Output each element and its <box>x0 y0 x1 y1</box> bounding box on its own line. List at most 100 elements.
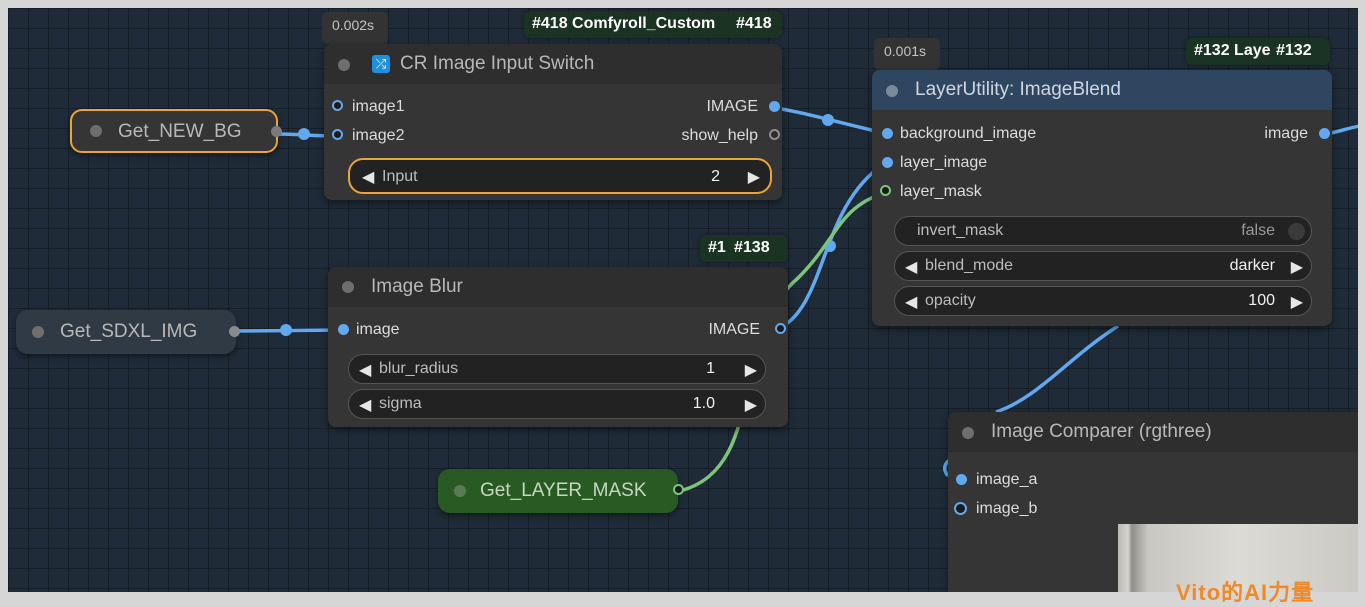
node-title-bar[interactable]: Image Comparer (rgthree) <box>948 412 1358 452</box>
collapse-dot-icon[interactable] <box>342 281 354 293</box>
input-layer-mask[interactable]: layer_mask <box>872 181 1092 203</box>
widget-value: 1 <box>706 360 715 377</box>
getter-title: Get_LAYER_MASK <box>480 480 647 501</box>
input-pin-icon[interactable] <box>338 324 349 335</box>
node-badge: #1 #138 <box>700 235 788 262</box>
node-title-bar[interactable]: ⤮ CR Image Input Switch <box>324 44 782 84</box>
input-pin-icon[interactable] <box>332 100 343 111</box>
node-timer: 0.002s <box>322 12 388 44</box>
decrement-arrow-icon[interactable]: ◀ <box>362 167 374 187</box>
input-image1[interactable]: image1 <box>324 96 524 118</box>
node-timer: 0.001s <box>874 38 940 70</box>
badge-id-text: #138 <box>728 239 770 257</box>
node-title-bar[interactable]: LayerUtility: ImageBlend <box>872 70 1332 110</box>
timer-text: 0.001s <box>884 43 927 59</box>
toggle-knob-icon[interactable] <box>1288 223 1305 240</box>
port-label: layer_image <box>900 154 988 171</box>
port-label: image_b <box>976 500 1038 517</box>
collapse-dot-icon[interactable] <box>454 485 466 497</box>
input-pin-icon[interactable] <box>880 185 891 196</box>
input-pin-icon[interactable] <box>954 502 967 515</box>
output-image[interactable]: IMAGE <box>588 319 788 341</box>
collapse-dot-icon[interactable] <box>886 85 898 97</box>
increment-arrow-icon[interactable]: ▶ <box>748 167 760 187</box>
decrement-arrow-icon[interactable]: ◀ <box>359 360 371 380</box>
collapse-dot-icon[interactable] <box>90 125 102 137</box>
node-image-comparer[interactable]: Image Comparer (rgthree) image_a image_b <box>948 412 1358 592</box>
output-pin-icon[interactable] <box>1319 128 1330 139</box>
input-layer-image[interactable]: layer_image <box>872 152 1092 174</box>
invert-mask-toggle[interactable]: invert_mask false <box>894 216 1312 246</box>
widget-value: 1.0 <box>692 395 715 412</box>
getter-title: Get_SDXL_IMG <box>60 321 198 342</box>
node-image-blur[interactable]: Image Blur image IMAGE ◀ blur_radius 1 ▶… <box>328 267 788 427</box>
badge-full-text: #1 <box>708 239 726 256</box>
node-title: CR Image Input Switch <box>400 53 595 74</box>
decrement-arrow-icon[interactable]: ◀ <box>359 395 371 415</box>
node-graph-canvas[interactable]: 0.002s #418 Comfyroll_Custom #418 ⤮ CR I… <box>8 8 1358 592</box>
node-layerutility-imageblend[interactable]: LayerUtility: ImageBlend background_imag… <box>872 70 1332 326</box>
collapse-dot-icon[interactable] <box>962 427 974 439</box>
output-pin-icon[interactable] <box>271 126 282 137</box>
widget-value: 2 <box>711 168 720 185</box>
input-image-a[interactable]: image_a <box>948 469 1148 491</box>
increment-arrow-icon[interactable]: ▶ <box>745 360 757 380</box>
port-label: layer_mask <box>900 183 982 200</box>
sigma-number[interactable]: ◀ sigma 1.0 ▶ <box>348 389 766 419</box>
output-pin-icon[interactable] <box>769 101 780 112</box>
input-pin-icon[interactable] <box>882 157 893 168</box>
getter-node-new-bg[interactable]: Get_NEW_BG <box>70 109 282 153</box>
node-title: LayerUtility: ImageBlend <box>915 79 1121 100</box>
blur-radius-number[interactable]: ◀ blur_radius 1 ▶ <box>348 354 766 384</box>
widget-label: invert_mask <box>917 222 1004 239</box>
port-label: IMAGE <box>706 98 758 115</box>
watermark-text: Vito的AI力量 <box>1176 580 1315 605</box>
input-image[interactable]: image <box>328 319 528 341</box>
output-pin-icon[interactable] <box>769 129 780 140</box>
input-image2[interactable]: image2 <box>324 125 524 147</box>
port-label: image <box>1264 125 1308 142</box>
output-show-help[interactable]: show_help <box>582 125 782 147</box>
input-background-image[interactable]: background_image <box>872 123 1092 145</box>
output-pin-icon[interactable] <box>229 326 240 337</box>
link-midpoint <box>822 114 834 126</box>
port-label: image2 <box>352 127 405 144</box>
port-label: image_a <box>976 471 1038 488</box>
input-pin-icon[interactable] <box>882 128 893 139</box>
increment-arrow-icon[interactable]: ▶ <box>1291 257 1303 277</box>
output-pin-icon[interactable] <box>673 484 684 495</box>
getter-node-sdxl-img[interactable]: Get_SDXL_IMG <box>16 310 240 354</box>
link-blend-to-comparer <box>995 324 1119 414</box>
node-badge: #418 Comfyroll_Custom #418 <box>524 11 782 38</box>
collapse-dot-icon[interactable] <box>32 326 44 338</box>
widget-label: blend_mode <box>925 257 1014 274</box>
link-midpoint <box>280 324 292 336</box>
port-label: show_help <box>681 127 759 144</box>
widget-value: false <box>1241 222 1275 239</box>
output-pin-icon[interactable] <box>775 323 786 334</box>
blend-mode-combo[interactable]: ◀ blend_mode darker ▶ <box>894 251 1312 281</box>
getter-node-layer-mask[interactable]: Get_LAYER_MASK <box>438 469 684 513</box>
node-title: Image Comparer (rgthree) <box>991 421 1212 442</box>
input-pin-icon[interactable] <box>332 129 343 140</box>
badge-full-text: #132 Laye <box>1194 42 1271 59</box>
node-cr-image-input-switch[interactable]: ⤮ CR Image Input Switch image1 image2 IM… <box>324 44 782 200</box>
widget-label: opacity <box>925 292 976 309</box>
port-label: background_image <box>900 125 1037 142</box>
input-combo-widget[interactable]: ◀ Input 2 ▶ <box>348 158 772 194</box>
decrement-arrow-icon[interactable]: ◀ <box>905 292 917 312</box>
input-image-b[interactable]: image_b <box>948 498 1148 520</box>
node-title-bar[interactable]: Image Blur <box>328 267 788 307</box>
shuffle-icon: ⤮ <box>372 55 390 73</box>
output-image[interactable]: IMAGE <box>582 96 782 118</box>
opacity-number[interactable]: ◀ opacity 100 ▶ <box>894 286 1312 316</box>
increment-arrow-icon[interactable]: ▶ <box>745 395 757 415</box>
decrement-arrow-icon[interactable]: ◀ <box>905 257 917 277</box>
link-midpoint <box>824 240 836 252</box>
widget-value: 100 <box>1248 292 1275 309</box>
badge-id-text: #418 <box>730 15 772 33</box>
output-image[interactable]: image <box>1182 123 1332 145</box>
input-pin-icon[interactable] <box>956 474 967 485</box>
collapse-dot-icon[interactable] <box>338 59 350 71</box>
increment-arrow-icon[interactable]: ▶ <box>1291 292 1303 312</box>
